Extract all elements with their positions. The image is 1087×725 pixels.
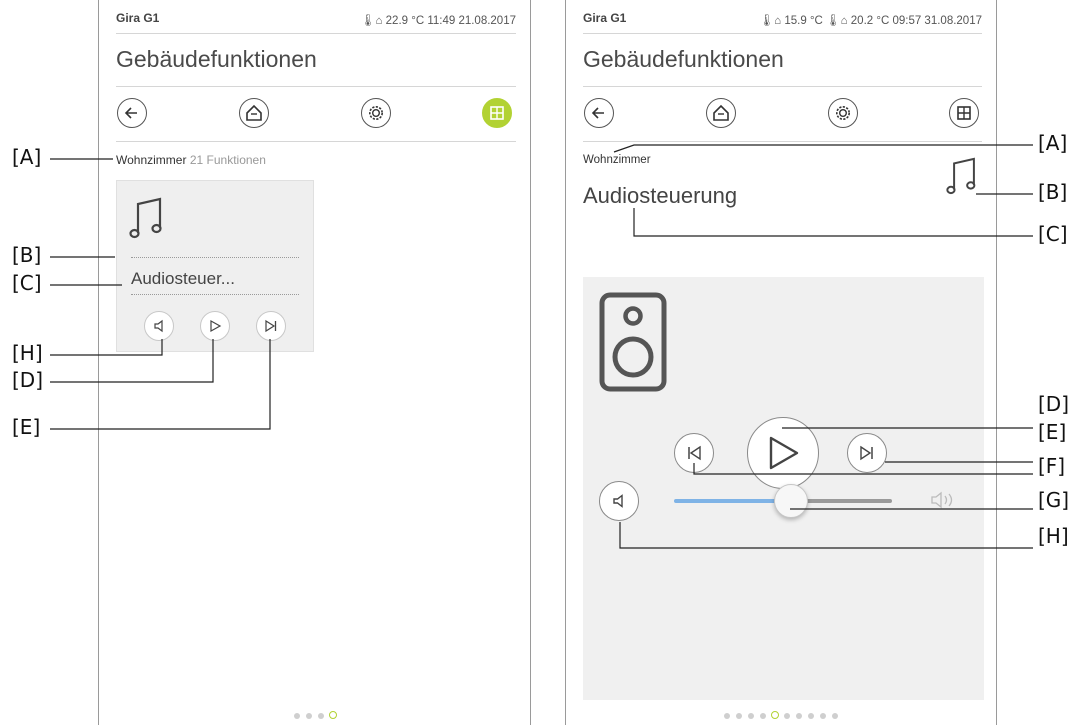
status-info: 🌡⌂ 22.9 °C 11:49 21.08.2017 xyxy=(360,15,516,27)
page-title: Gebäudefunktionen xyxy=(116,46,317,72)
page-dot[interactable] xyxy=(736,713,742,719)
grid-icon xyxy=(957,106,971,120)
play-icon xyxy=(769,436,799,470)
skip-back-button[interactable] xyxy=(674,433,714,473)
skip-back-icon xyxy=(688,445,701,461)
callout-label: [H] xyxy=(12,341,43,365)
home-button[interactable] xyxy=(706,98,736,128)
back-button[interactable] xyxy=(584,98,614,128)
divider xyxy=(116,86,516,87)
callout-label: [D] xyxy=(12,368,44,392)
callout-label: [A] xyxy=(1038,131,1068,155)
page-dot[interactable] xyxy=(748,713,754,719)
mute-icon xyxy=(154,319,163,333)
play-button[interactable] xyxy=(200,311,230,341)
back-arrow-icon xyxy=(591,107,604,119)
page-indicator[interactable] xyxy=(99,711,530,719)
page-dot[interactable] xyxy=(796,713,802,719)
skip-forward-button[interactable] xyxy=(847,433,887,473)
mute-icon xyxy=(613,494,623,508)
page-dot[interactable] xyxy=(832,713,838,719)
page-dot[interactable] xyxy=(808,713,814,719)
play-icon xyxy=(210,319,222,333)
callout-label: [E] xyxy=(1038,420,1067,444)
back-arrow-icon xyxy=(124,107,137,119)
skip-forward-icon xyxy=(860,445,873,461)
page-title: Gebäudefunktionen xyxy=(583,46,784,72)
callout-label: [D] xyxy=(1038,392,1070,416)
settings-button[interactable] xyxy=(361,98,391,128)
callout-label: [E] xyxy=(12,415,41,439)
page-dot[interactable] xyxy=(293,713,300,719)
function-title: Audiosteuerung xyxy=(583,183,738,208)
room-name: Wohnzimmer xyxy=(583,154,651,166)
divider xyxy=(116,33,516,34)
home-button[interactable] xyxy=(239,98,269,128)
page-dot[interactable] xyxy=(305,713,312,719)
function-count-label: Funktionen xyxy=(206,153,266,167)
divider xyxy=(583,86,982,87)
speaker-icon xyxy=(599,292,667,392)
callout-label: [G] xyxy=(1038,488,1070,512)
divider xyxy=(131,257,299,258)
back-button[interactable] xyxy=(117,98,147,128)
function-count: 21 xyxy=(189,153,204,167)
divider xyxy=(131,294,299,295)
page-dot[interactable] xyxy=(317,713,324,719)
divider xyxy=(116,141,516,142)
page-dot-active[interactable] xyxy=(328,711,337,719)
gear-icon xyxy=(836,106,850,120)
page-dot-active[interactable] xyxy=(771,711,779,719)
status-info: 🌡⌂ 15.9 °C 🌡⌂ 20.2 °C 09:57 31.08.2017 xyxy=(759,15,982,27)
tile-name: Audiosteuer... xyxy=(131,269,235,288)
callout-label: [B] xyxy=(1038,180,1068,204)
volume-icon xyxy=(931,491,953,509)
divider xyxy=(583,141,982,142)
device-brand: Gira G1 xyxy=(583,11,627,25)
music-note-icon xyxy=(129,197,162,239)
page-dot[interactable] xyxy=(724,713,730,719)
room-name: Wohnzimmer xyxy=(116,153,187,167)
home-icon xyxy=(713,104,729,121)
page-dot[interactable] xyxy=(820,713,826,719)
callout-label: [B] xyxy=(12,243,42,267)
play-button[interactable] xyxy=(747,417,819,489)
volume-slider-handle[interactable] xyxy=(774,484,808,518)
status-bar: Gira G1 🌡⌂ 15.9 °C 🌡⌂ 20.2 °C 09:57 31.0… xyxy=(583,8,982,28)
grid-view-button[interactable] xyxy=(949,98,979,128)
music-note-icon xyxy=(946,157,976,195)
gear-icon xyxy=(369,106,383,120)
status-bar: Gira G1 🌡⌂ 22.9 °C 11:49 21.08.2017 xyxy=(116,8,516,28)
grid-icon xyxy=(490,106,504,120)
callout-label: [C] xyxy=(1038,222,1068,246)
home-icon xyxy=(246,104,262,121)
callout-label: [A] xyxy=(12,145,42,169)
right-screen: Gira G1 🌡⌂ 15.9 °C 🌡⌂ 20.2 °C 09:57 31.0… xyxy=(565,0,997,725)
skip-forward-icon xyxy=(265,319,277,333)
mute-button[interactable] xyxy=(144,311,174,341)
settings-button[interactable] xyxy=(828,98,858,128)
callout-label: [F] xyxy=(1038,454,1066,478)
audio-tile[interactable]: Audiosteuer... xyxy=(116,180,314,352)
page-dot[interactable] xyxy=(784,713,790,719)
callout-label: [H] xyxy=(1038,524,1069,548)
grid-view-button[interactable] xyxy=(482,98,512,128)
room-line: Wohnzimmer 21 Funktionen xyxy=(116,153,266,167)
callout-label: [C] xyxy=(12,271,42,295)
left-screen: Gira G1 🌡⌂ 22.9 °C 11:49 21.08.2017 Gebä… xyxy=(98,0,531,725)
mute-button[interactable] xyxy=(599,481,639,521)
divider xyxy=(583,33,982,34)
skip-forward-button[interactable] xyxy=(256,311,286,341)
device-brand: Gira G1 xyxy=(116,11,160,25)
page-dot[interactable] xyxy=(760,713,766,719)
page-indicator[interactable] xyxy=(566,711,996,719)
